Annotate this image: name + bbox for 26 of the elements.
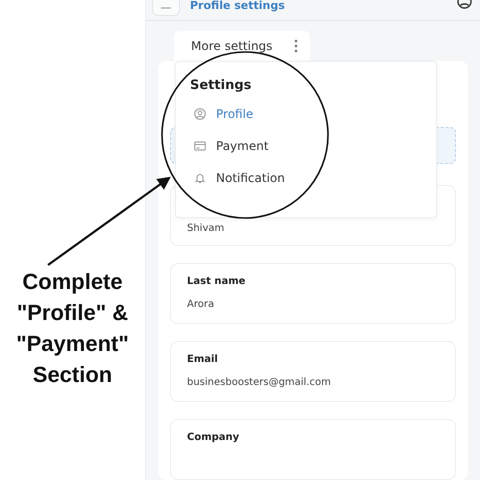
more-settings-tab[interactable]: More settings (174, 31, 310, 61)
menu-item[interactable]: Payment (190, 135, 273, 157)
annotation-text: Complete (22, 268, 123, 296)
field-value: Shivam (187, 223, 226, 234)
field-label: Company (187, 432, 240, 443)
menu-button[interactable] (152, 0, 180, 16)
field-label: Last name (187, 276, 246, 287)
field-value: Arora (187, 299, 216, 310)
user-icon[interactable] (457, 0, 472, 9)
menu-title: Settings (190, 78, 252, 93)
more-icon (294, 39, 298, 53)
form-field[interactable]: Email businesboosters@gmail.com (170, 341, 456, 402)
annotation-text: "Payment" (16, 330, 129, 358)
annotation-text: Section (32, 361, 112, 389)
form-field[interactable]: Company (170, 419, 456, 480)
menu-icon (161, 4, 171, 10)
page-title: Profile settings (190, 0, 286, 12)
menu-item[interactable]: Notification (190, 167, 289, 189)
field-value: businesboosters@gmail.com (187, 377, 332, 388)
user-icon (194, 108, 206, 120)
field-label: Email (187, 354, 219, 365)
form-field[interactable]: Last name Arora (170, 263, 456, 324)
annotation-text: "Profile" & (16, 299, 128, 327)
bell-icon (194, 172, 206, 184)
menu-item[interactable]: Profile (190, 103, 258, 125)
card-icon (194, 140, 206, 152)
